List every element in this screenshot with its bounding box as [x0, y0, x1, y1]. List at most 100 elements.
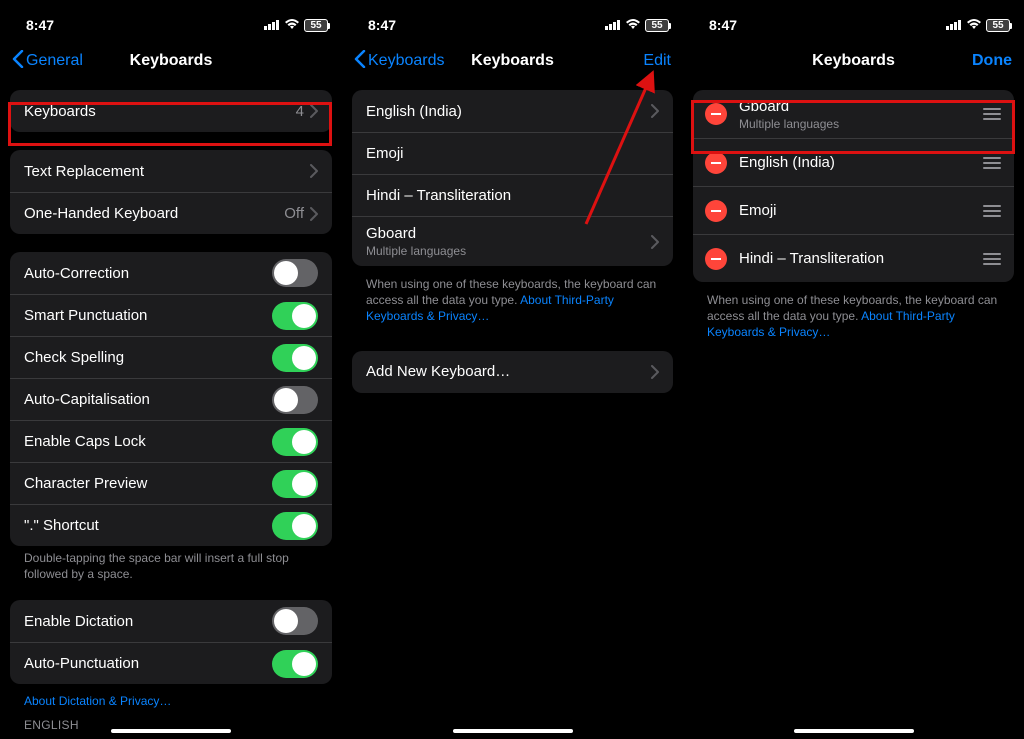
- auto-correction-row[interactable]: Auto-Correction: [10, 252, 332, 294]
- home-indicator[interactable]: [453, 729, 573, 733]
- dictation-privacy-link[interactable]: About Dictation & Privacy…: [10, 688, 332, 714]
- text-options-group: Text Replacement One-Handed Keyboard Off: [10, 150, 332, 234]
- char-preview-row[interactable]: Character Preview: [10, 462, 332, 504]
- status-right: 55: [946, 17, 1010, 33]
- auto-cap-toggle[interactable]: [272, 386, 318, 414]
- phone-2: 8:47 55 Keyboards Keyboards Edit English…: [342, 0, 683, 739]
- keyboard-label: Gboard: [739, 98, 982, 115]
- chevron-right-icon: [651, 365, 659, 379]
- check-spelling-row[interactable]: Check Spelling: [10, 336, 332, 378]
- check-spelling-label: Check Spelling: [24, 349, 272, 366]
- home-indicator[interactable]: [111, 729, 231, 733]
- content: Keyboards 4 Text Replacement One-Handed …: [0, 82, 342, 736]
- keyboard-item-gboard[interactable]: Gboard Multiple languages: [352, 216, 673, 266]
- auto-punct-label: Auto-Punctuation: [24, 655, 272, 672]
- battery-icon: 55: [645, 19, 669, 32]
- reorder-handle[interactable]: [982, 108, 1002, 120]
- chevron-left-icon: [12, 50, 24, 73]
- phone-1: 8:47 55 General Keyboards Keyboards 4: [0, 0, 342, 739]
- cellular-icon: [946, 17, 962, 33]
- content: Gboard Multiple languages English (India…: [683, 82, 1024, 349]
- dictation-row[interactable]: Enable Dictation: [10, 600, 332, 642]
- phone-3: 8:47 55 Keyboards Done Gboard Multiple l…: [683, 0, 1024, 739]
- one-handed-label: One-Handed Keyboard: [24, 205, 284, 222]
- auto-cap-label: Auto-Capitalisation: [24, 391, 272, 408]
- back-label: Keyboards: [368, 52, 445, 70]
- delete-icon[interactable]: [705, 200, 727, 222]
- typing-toggles-group: Auto-Correction Smart Punctuation Check …: [10, 252, 332, 546]
- keyboard-label: Hindi – Transliteration: [366, 187, 659, 204]
- shortcut-row[interactable]: "." Shortcut: [10, 504, 332, 546]
- status-bar: 8:47 55: [342, 0, 683, 40]
- check-spelling-toggle[interactable]: [272, 344, 318, 372]
- edit-item-english[interactable]: English (India): [693, 138, 1014, 186]
- page-title: Keyboards: [471, 52, 554, 70]
- caps-lock-toggle[interactable]: [272, 428, 318, 456]
- battery-icon: 55: [986, 19, 1010, 32]
- keyboards-row[interactable]: Keyboards 4: [10, 90, 332, 132]
- one-handed-row[interactable]: One-Handed Keyboard Off: [10, 192, 332, 234]
- chevron-right-icon: [310, 164, 318, 178]
- edit-item-emoji[interactable]: Emoji: [693, 186, 1014, 234]
- dictation-toggle[interactable]: [272, 607, 318, 635]
- chevron-left-icon: [354, 50, 366, 73]
- reorder-handle[interactable]: [982, 157, 1002, 169]
- caps-lock-row[interactable]: Enable Caps Lock: [10, 420, 332, 462]
- text-replacement-label: Text Replacement: [24, 163, 310, 180]
- page-title: Keyboards: [812, 52, 895, 70]
- dictation-label: Enable Dictation: [24, 613, 272, 630]
- keyboard-label: Emoji: [366, 145, 659, 162]
- keyboard-label: Hindi – Transliteration: [739, 250, 982, 267]
- content: English (India) Emoji Hindi – Transliter…: [342, 82, 683, 393]
- text-replacement-row[interactable]: Text Replacement: [10, 150, 332, 192]
- keyboards-group: Keyboards 4: [10, 90, 332, 132]
- auto-punct-toggle[interactable]: [272, 650, 318, 678]
- smart-punctuation-toggle[interactable]: [272, 302, 318, 330]
- char-preview-toggle[interactable]: [272, 470, 318, 498]
- keyboards-count: 4: [296, 103, 304, 120]
- status-time: 8:47: [709, 17, 737, 33]
- cellular-icon: [605, 17, 621, 33]
- reorder-handle[interactable]: [982, 205, 1002, 217]
- back-label: General: [26, 52, 83, 70]
- nav-bar: Keyboards Done: [683, 40, 1024, 82]
- auto-cap-row[interactable]: Auto-Capitalisation: [10, 378, 332, 420]
- add-keyboard-row[interactable]: Add New Keyboard…: [352, 351, 673, 393]
- nav-bar: Keyboards Keyboards Edit: [342, 40, 683, 82]
- shortcut-hint: Double-tapping the space bar will insert…: [10, 550, 332, 586]
- one-handed-value: Off: [284, 205, 304, 222]
- edit-item-hindi[interactable]: Hindi – Transliteration: [693, 234, 1014, 282]
- edit-button[interactable]: Edit: [643, 52, 671, 70]
- keyboard-sublabel: Multiple languages: [366, 244, 466, 258]
- delete-icon[interactable]: [705, 103, 727, 125]
- cellular-icon: [264, 17, 280, 33]
- keyboard-label: English (India): [366, 103, 651, 120]
- auto-correction-toggle[interactable]: [272, 259, 318, 287]
- edit-item-gboard[interactable]: Gboard Multiple languages: [693, 90, 1014, 138]
- auto-punct-row[interactable]: Auto-Punctuation: [10, 642, 332, 684]
- chevron-right-icon: [310, 104, 318, 118]
- keyboard-item-english[interactable]: English (India): [352, 90, 673, 132]
- back-button[interactable]: General: [12, 50, 83, 73]
- reorder-handle[interactable]: [982, 253, 1002, 265]
- wifi-icon: [625, 17, 641, 33]
- keyboard-item-emoji[interactable]: Emoji: [352, 132, 673, 174]
- keyboard-item-hindi[interactable]: Hindi – Transliteration: [352, 174, 673, 216]
- home-indicator[interactable]: [794, 729, 914, 733]
- smart-punctuation-row[interactable]: Smart Punctuation: [10, 294, 332, 336]
- battery-icon: 55: [304, 19, 328, 32]
- char-preview-label: Character Preview: [24, 475, 272, 492]
- delete-icon[interactable]: [705, 152, 727, 174]
- privacy-note: When using one of these keyboards, the k…: [352, 272, 673, 333]
- dictation-group: Enable Dictation Auto-Punctuation: [10, 600, 332, 684]
- done-button[interactable]: Done: [972, 52, 1012, 70]
- chevron-right-icon: [310, 207, 318, 221]
- privacy-note: When using one of these keyboards, the k…: [693, 288, 1014, 349]
- status-right: 55: [264, 17, 328, 33]
- nav-bar: General Keyboards: [0, 40, 342, 82]
- keyboard-edit-list: Gboard Multiple languages English (India…: [693, 90, 1014, 282]
- back-button[interactable]: Keyboards: [354, 50, 445, 73]
- shortcut-toggle[interactable]: [272, 512, 318, 540]
- delete-icon[interactable]: [705, 248, 727, 270]
- keyboard-label: Emoji: [739, 202, 982, 219]
